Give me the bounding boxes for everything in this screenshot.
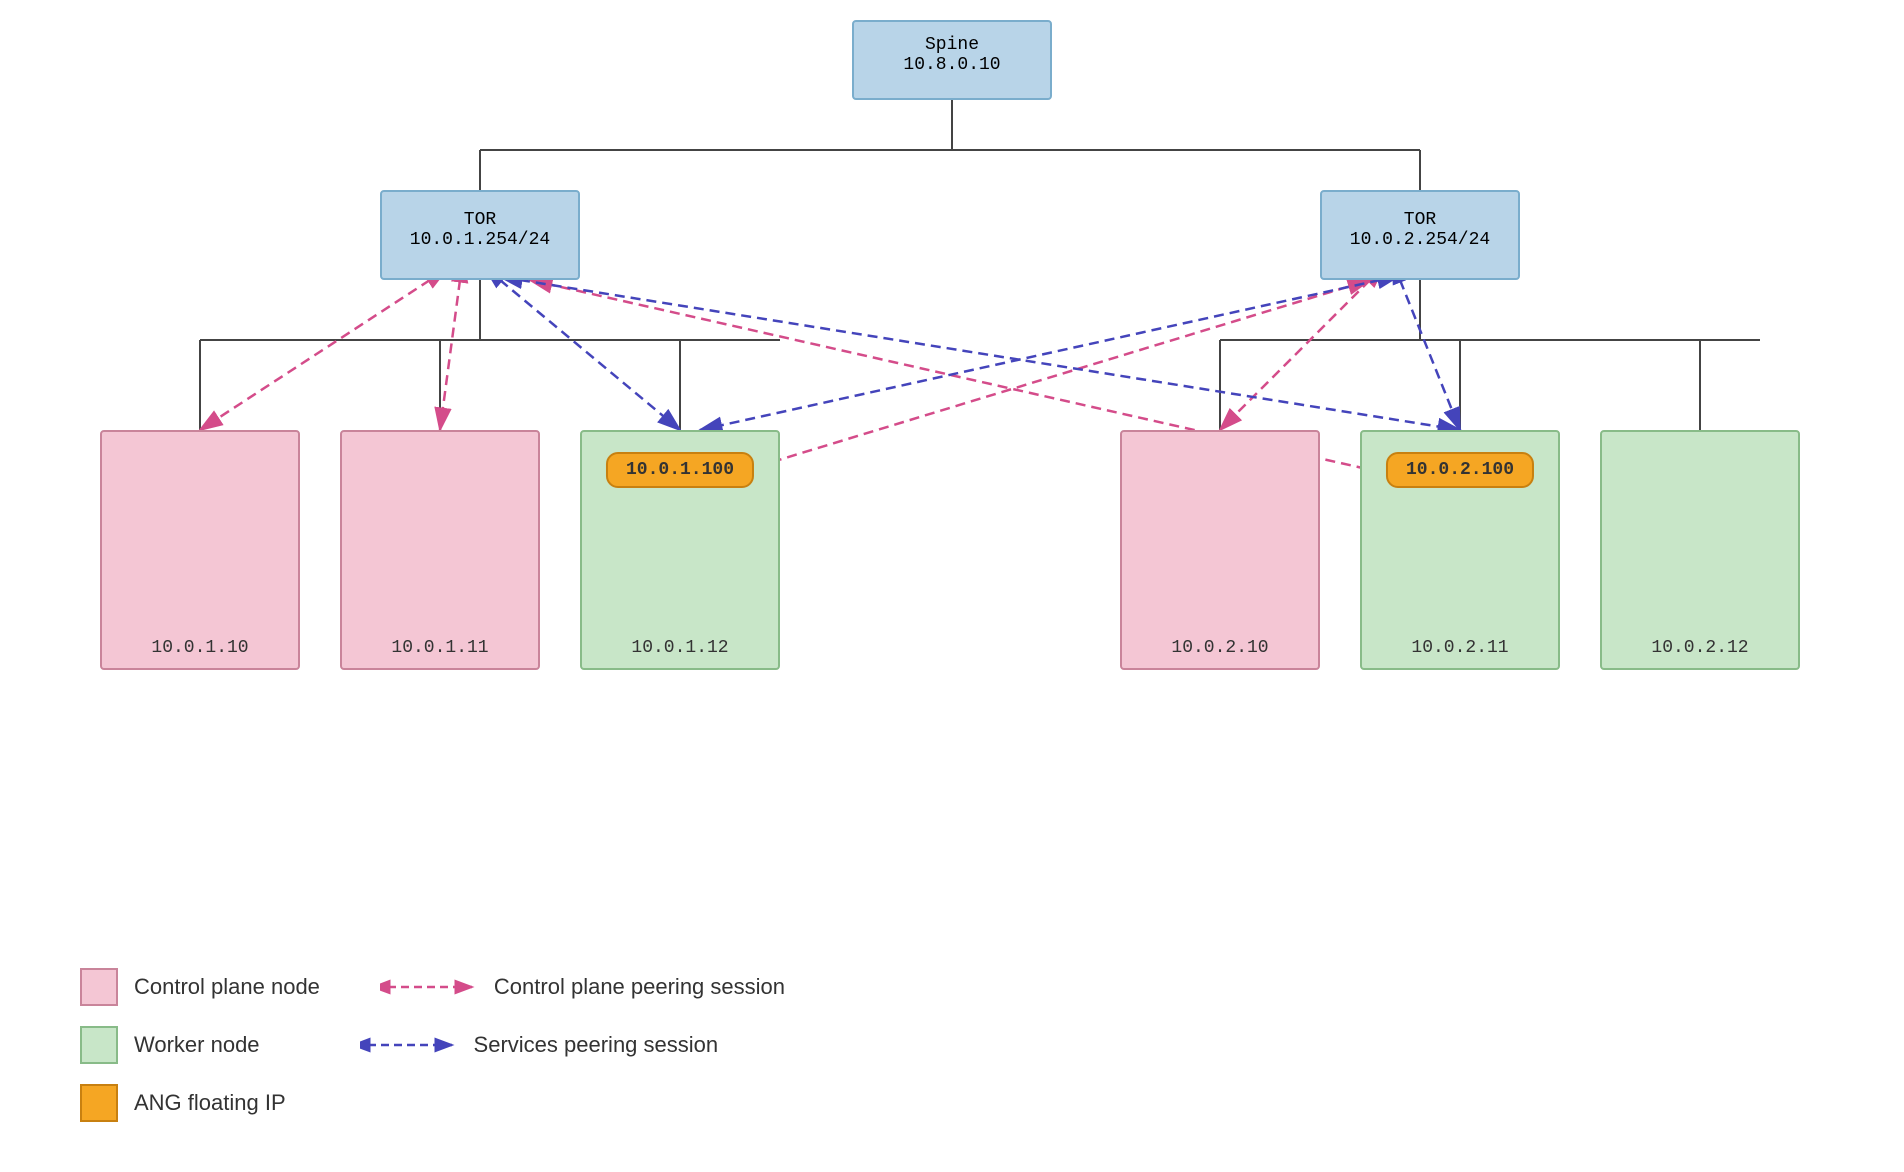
node-4-control: 10.0.2.10 [1120, 430, 1320, 670]
legend-purple-arrow-svg [360, 1033, 460, 1057]
node-5-ip: 10.0.2.11 [1411, 638, 1508, 658]
spine-ip: 10.8.0.10 [903, 55, 1000, 75]
floating-ip-2: 10.0.2.100 [1386, 452, 1534, 488]
legend-worker-box [80, 1026, 118, 1064]
node-1-ip: 10.0.1.10 [151, 638, 248, 658]
tor-right-node: TOR 10.0.2.254/24 [1320, 190, 1520, 280]
legend-pink-arrow-svg [380, 975, 480, 999]
node-2-control: 10.0.1.11 [340, 430, 540, 670]
legend-control-peering-label: Control plane peering session [494, 974, 785, 1000]
node-3-worker: 10.0.1.100 10.0.1.12 [580, 430, 780, 670]
node-5-worker: 10.0.2.100 10.0.2.11 [1360, 430, 1560, 670]
legend-floating-ip-box [80, 1084, 118, 1122]
node-4-ip: 10.0.2.10 [1171, 638, 1268, 658]
legend-worker-label: Worker node [134, 1032, 260, 1058]
legend-services-peering-label: Services peering session [474, 1032, 719, 1058]
spine-node: Spine 10.8.0.10 [852, 20, 1052, 100]
node-6-worker: 10.0.2.12 [1600, 430, 1800, 670]
node-6-ip: 10.0.2.12 [1651, 638, 1748, 658]
legend: Control plane node Control plane peering… [40, 938, 990, 1152]
node-3-ip: 10.0.1.12 [631, 638, 728, 658]
legend-control-box [80, 968, 118, 1006]
floating-ip-1: 10.0.1.100 [606, 452, 754, 488]
legend-floating-ip-label: ANG floating IP [134, 1090, 286, 1116]
node-1-control: 10.0.1.10 [100, 430, 300, 670]
node-2-ip: 10.0.1.11 [391, 638, 488, 658]
tor-left-node: TOR 10.0.1.254/24 [380, 190, 580, 280]
diagram-container: Spine 10.8.0.10 TOR 10.0.1.254/24 TOR 10… [0, 0, 1904, 1172]
tor-right-ip: 10.0.2.254/24 [1350, 230, 1490, 250]
spine-label: Spine [925, 35, 979, 55]
tor-right-label: TOR [1404, 210, 1436, 230]
tor-left-ip: 10.0.1.254/24 [410, 230, 550, 250]
tor-left-label: TOR [464, 210, 496, 230]
legend-control-label: Control plane node [134, 974, 320, 1000]
